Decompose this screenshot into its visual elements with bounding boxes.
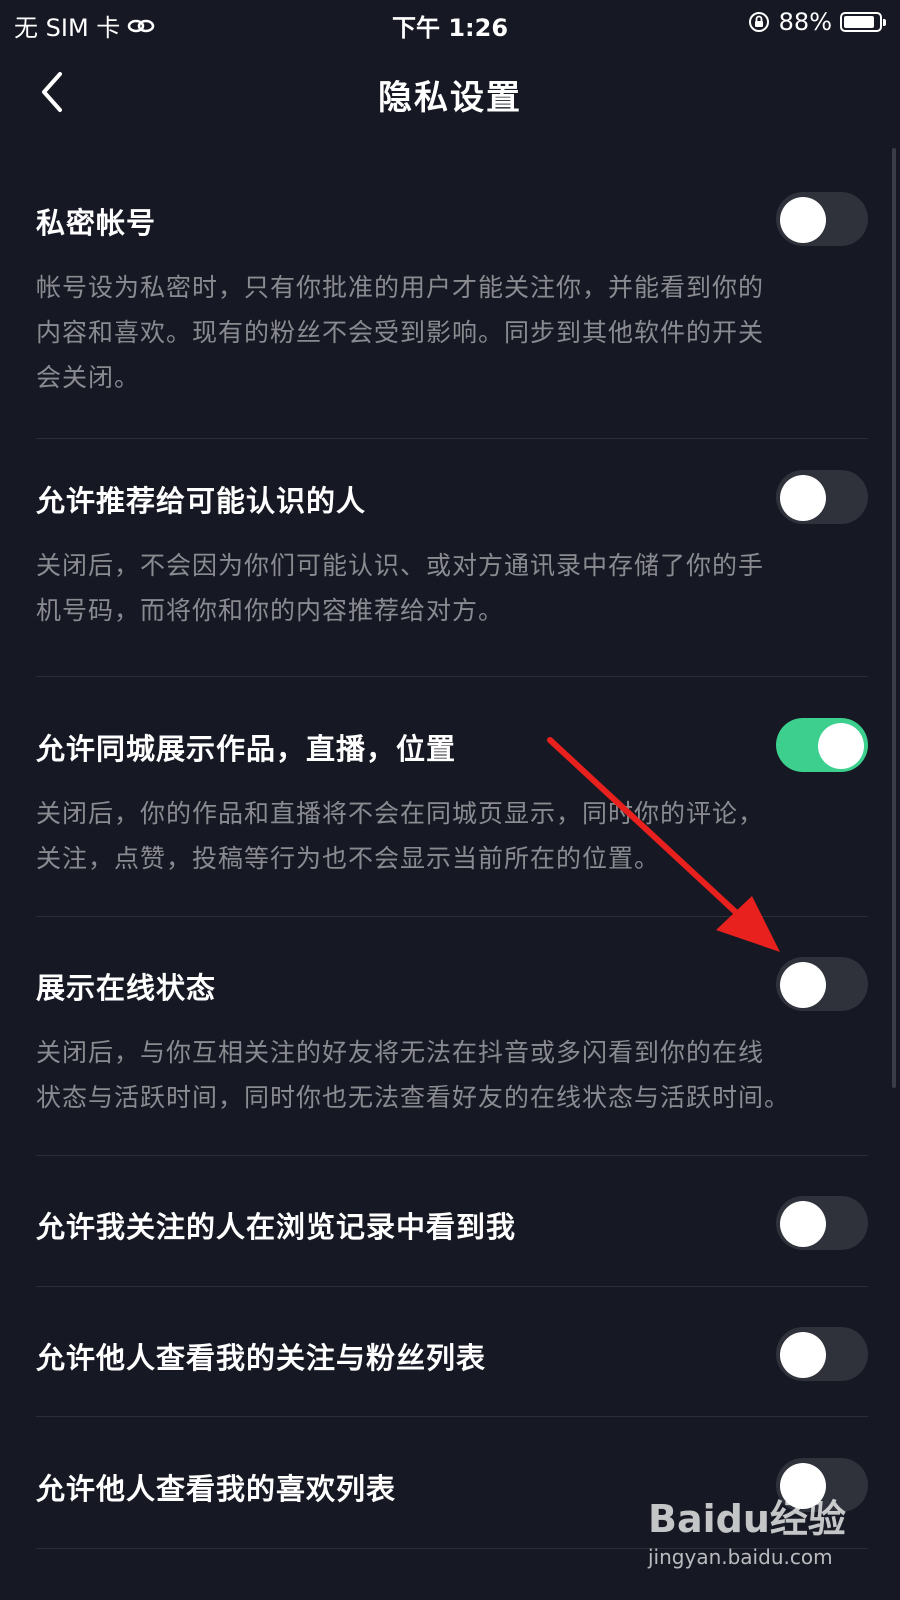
- local-display-toggle[interactable]: [776, 718, 868, 772]
- follow-list-toggle[interactable]: [776, 1327, 868, 1381]
- description-line: 关闭后，你的作品和直播将不会在同城页显示，同时你的评论，: [36, 799, 765, 828]
- description-line: 状态与活跃时间，同时你也无法查看好友的在线状态与活跃时间。: [36, 1083, 791, 1112]
- divider: [36, 916, 868, 917]
- setting-description: 关闭后，不会因为你们可能认识、或对方通讯录中存储了你的手 机号码，而将你和你的内…: [36, 543, 856, 633]
- recommend-toggle[interactable]: [776, 470, 868, 524]
- description-line: 帐号设为私密时，只有你批准的用户才能关注你，并能看到你的: [36, 273, 765, 302]
- divider: [36, 1155, 868, 1156]
- setting-description: 帐号设为私密时，只有你批准的用户才能关注你，并能看到你的 内容和喜欢。现有的粉丝…: [36, 265, 856, 400]
- watermark-logo: Baidu经验: [648, 1497, 846, 1541]
- toggle-knob: [780, 475, 826, 521]
- toggle-knob: [780, 1201, 826, 1247]
- setting-title: 允许他人查看我的关注与粉丝列表: [36, 1341, 487, 1375]
- watermark-url: jingyan.baidu.com: [648, 1545, 833, 1569]
- status-bar: 无 SIM 卡 下午 1:26 88%: [0, 0, 900, 46]
- setting-private-account: 私密帐号 帐号设为私密时，只有你批准的用户才能关注你，并能看到你的 内容和喜欢。…: [36, 190, 868, 420]
- divider: [36, 438, 868, 439]
- toggle-knob: [780, 197, 826, 243]
- toggle-knob: [818, 723, 864, 769]
- divider: [36, 1416, 868, 1417]
- divider: [36, 1286, 868, 1287]
- description-line: 内容和喜欢。现有的粉丝不会受到影响。同步到其他软件的开关: [36, 318, 765, 347]
- setting-title: 展示在线状态: [36, 971, 217, 1005]
- battery-percent: 88%: [778, 8, 832, 36]
- watermark: Baidu经验 jingyan.baidu.com: [648, 1488, 858, 1588]
- orientation-lock-icon: [748, 12, 769, 32]
- setting-title: 允许推荐给可能认识的人: [36, 484, 367, 518]
- online-status-toggle[interactable]: [776, 957, 868, 1011]
- description-line: 关注，点赞，投稿等行为也不会显示当前所在的位置。: [36, 844, 661, 873]
- setting-follow-list: 允许他人查看我的关注与粉丝列表: [36, 1325, 868, 1387]
- setting-title: 允许我关注的人在浏览记录中看到我: [36, 1210, 517, 1244]
- page-title: 隐私设置: [378, 78, 522, 118]
- nav-bar: 隐私设置: [0, 56, 900, 128]
- description-line: 机号码，而将你和你的内容推荐给对方。: [36, 596, 505, 625]
- scrollbar[interactable]: [892, 148, 896, 1088]
- toggle-knob: [780, 1332, 826, 1378]
- toggle-knob: [780, 962, 826, 1008]
- setting-local-display: 允许同城展示作品，直播，位置 关闭后，你的作品和直播将不会在同城页显示，同时你的…: [36, 716, 868, 886]
- description-line: 关闭后，与你互相关注的好友将无法在抖音或多闪看到你的在线: [36, 1038, 765, 1067]
- setting-description: 关闭后，与你互相关注的好友将无法在抖音或多闪看到你的在线 状态与活跃时间，同时你…: [36, 1030, 856, 1120]
- setting-recommend-to-acquaintances: 允许推荐给可能认识的人 关闭后，不会因为你们可能认识、或对方通讯录中存储了你的手…: [36, 468, 868, 638]
- setting-title: 允许他人查看我的喜欢列表: [36, 1472, 397, 1506]
- browsing-history-toggle[interactable]: [776, 1196, 868, 1250]
- setting-browsing-history: 允许我关注的人在浏览记录中看到我: [36, 1194, 868, 1256]
- divider: [36, 676, 868, 677]
- description-line: 关闭后，不会因为你们可能认识、或对方通讯录中存储了你的手: [36, 551, 765, 580]
- setting-description: 关闭后，你的作品和直播将不会在同城页显示，同时你的评论， 关注，点赞，投稿等行为…: [36, 791, 856, 881]
- setting-title: 允许同城展示作品，直播，位置: [36, 732, 457, 766]
- battery-icon: [840, 12, 886, 32]
- private-account-toggle[interactable]: [776, 192, 868, 246]
- status-right: 88%: [747, 8, 886, 36]
- setting-online-status: 展示在线状态 关闭后，与你互相关注的好友将无法在抖音或多闪看到你的在线 状态与活…: [36, 955, 868, 1125]
- setting-title: 私密帐号: [36, 206, 157, 240]
- description-line: 会关闭。: [36, 363, 141, 392]
